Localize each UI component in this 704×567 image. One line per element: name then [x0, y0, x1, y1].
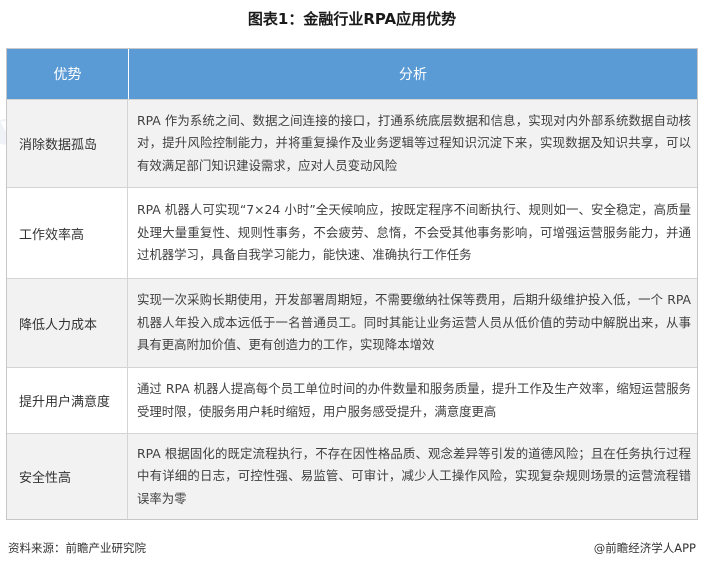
advantage-cell: 提升用户满意度	[7, 368, 128, 433]
table-row: 消除数据孤岛 RPA 作为系统之间、数据之间连接的接口，打通系统底层数据和信息，…	[7, 99, 697, 187]
advantage-table: 优势 分析 消除数据孤岛 RPA 作为系统之间、数据之间连接的接口，打通系统底层…	[6, 48, 698, 520]
source-note: 资料来源：前瞻产业研究院	[8, 541, 146, 555]
advantage-cell: 安全性高	[7, 434, 128, 519]
credit-note: @前瞻经济学人APP	[593, 541, 696, 555]
table-header: 优势 分析	[7, 49, 697, 99]
analysis-cell: 通过 RPA 机器人提高每个员工单位时间的办件数量和服务质量，提升工作及生产效率…	[137, 381, 691, 419]
analysis-cell: 实现一次采购长期使用，开发部署周期短，不需要缴纳社保等费用，后期升级维护投入低，…	[137, 292, 691, 353]
analysis-cell: RPA 根据固化的既定流程执行，不存在因性格品质、观念差异等引发的道德风险；且在…	[137, 445, 691, 506]
analysis-cell: RPA 作为系统之间、数据之间连接的接口，打通系统底层数据和信息，实现对内外部系…	[137, 112, 691, 173]
advantage-cell: 消除数据孤岛	[7, 100, 128, 187]
table-row: 提升用户满意度 通过 RPA 机器人提高每个员工单位时间的办件数量和服务质量，提…	[7, 367, 697, 433]
table-row: 降低人力成本 实现一次采购长期使用，开发部署周期短，不需要缴纳社保等费用，后期升…	[7, 278, 697, 367]
advantage-cell: 工作效率高	[7, 188, 128, 278]
advantage-cell: 降低人力成本	[7, 279, 128, 367]
table-row: 工作效率高 RPA 机器人可实现“7×24 小时”全天候响应，按既定程序不间断执…	[7, 187, 697, 278]
column-header-advantage: 优势	[7, 49, 129, 99]
table-row: 安全性高 RPA 根据固化的既定流程执行，不存在因性格品质、观念差异等引发的道德…	[7, 433, 697, 519]
page-title: 图表1：金融行业RPA应用优势	[247, 10, 457, 28]
analysis-cell: RPA 机器人可实现“7×24 小时”全天候响应，按既定程序不间断执行、规则如一…	[137, 202, 691, 263]
column-header-analysis: 分析	[399, 67, 427, 83]
